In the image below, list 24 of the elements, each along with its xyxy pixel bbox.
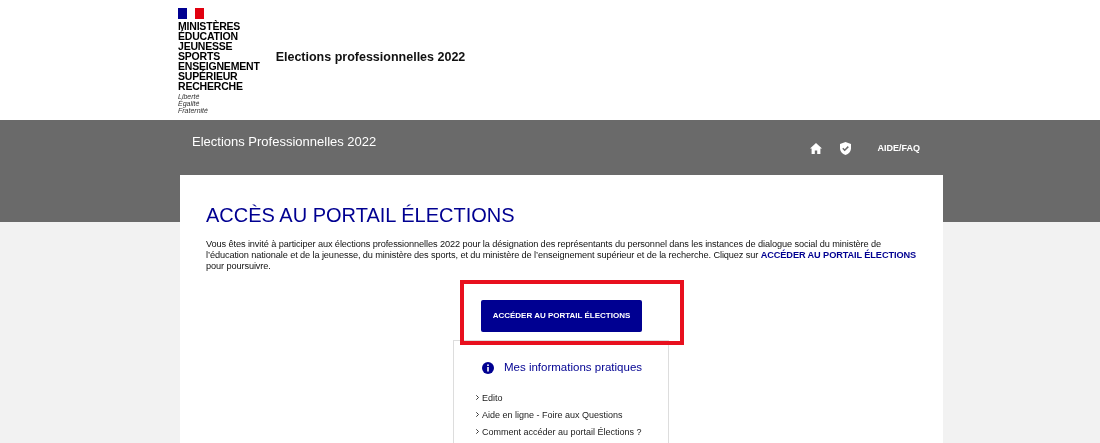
info-link[interactable]: Aide en ligne - Foire aux Questions	[476, 407, 668, 425]
shield-check-icon[interactable]	[840, 142, 852, 156]
site-title: Elections professionnelles 2022	[275, 49, 466, 66]
chevron-icon	[476, 429, 479, 435]
help-faq-link[interactable]: AIDE/FAQ	[877, 142, 920, 156]
logo-text-line: SUPÉRIEUR	[178, 71, 238, 81]
info-link[interactable]: Comment accéder au portail Élections ?	[476, 424, 668, 442]
portal-access-button[interactable]: ACCÉDER AU PORTAIL ÉLECTIONS	[480, 300, 643, 332]
page-heading: ACCÈS AU PORTAIL ÉLECTIONS	[206, 203, 516, 227]
logo-text-line: SPORTS	[178, 51, 221, 61]
flag-icon	[178, 8, 204, 19]
info-link[interactable]: Edito	[476, 390, 668, 408]
logo-text-line: MINISTÈRES	[178, 21, 242, 31]
logo-text-line: ÉDUCATION	[178, 31, 239, 41]
logo-text-line: ENSEIGNEMENT	[178, 61, 260, 71]
intro-paragraph: Vous êtes invité à participer aux élections professionnelles 2022 pour la désignation des représentants du personnel dans les instances de dialogue social du ministère de l’éducation nationale et de la jeunesse, du ministère des sports, et du ministère de l’enseignement supérieur et de la recherche. Cliquez sur ACCÉDER AU PORTAIL ÉLECTIONS pour poursuivre.	[206, 239, 917, 272]
chevron-icon	[476, 412, 479, 418]
info-icon	[482, 361, 494, 374]
chevron-icon	[476, 395, 479, 401]
logo-text-line: RECHERCHE	[178, 81, 244, 91]
home-icon[interactable]	[810, 143, 823, 155]
logo-text-line: JEUNESSE	[178, 41, 234, 51]
info-title: Mes informations pratiques	[504, 360, 643, 375]
band-title: Elections Professionnelles 2022	[192, 133, 377, 151]
